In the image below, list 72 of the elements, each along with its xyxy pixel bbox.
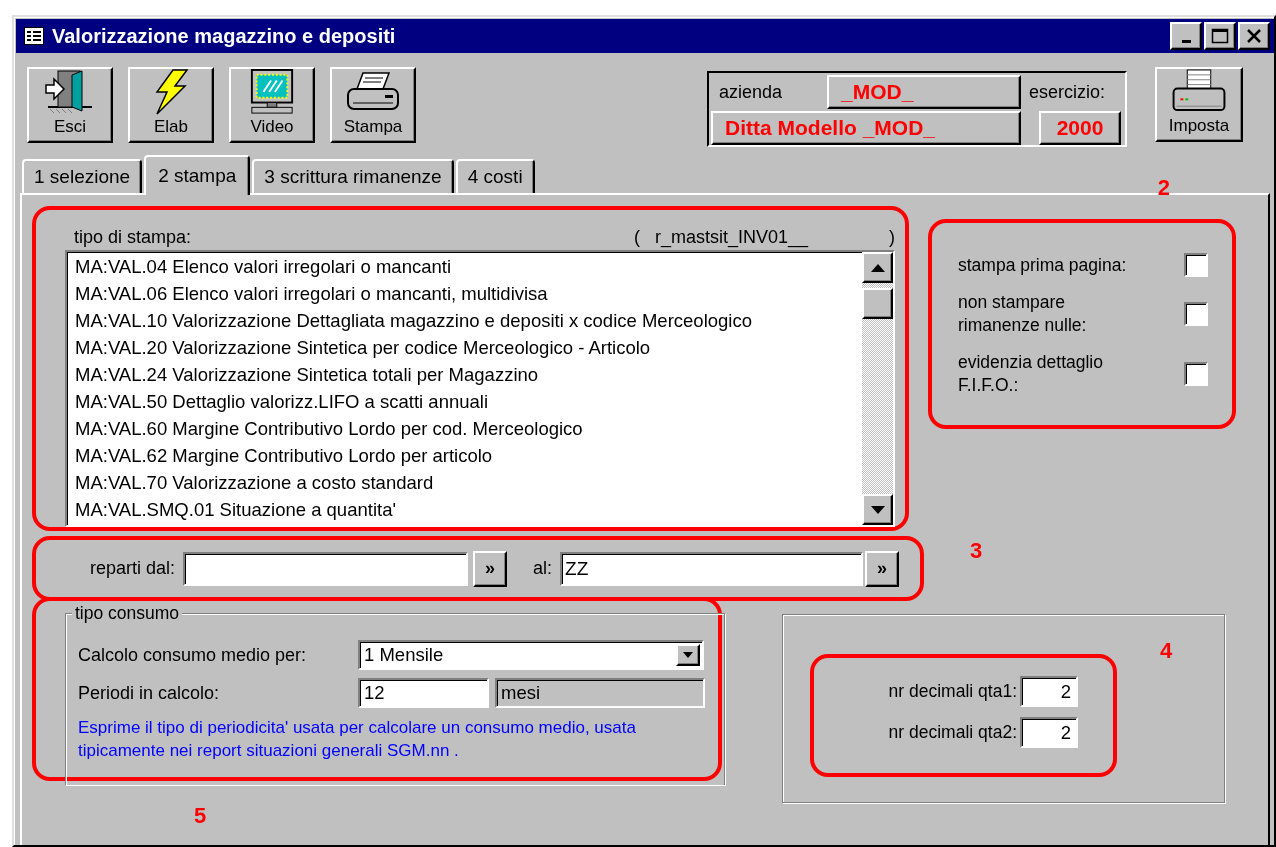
scrollbar[interactable] <box>862 252 893 525</box>
report-list[interactable] <box>65 250 895 527</box>
dropdown-button[interactable] <box>676 644 700 666</box>
minimize-button[interactable] <box>1170 22 1202 50</box>
browse-button[interactable]: » <box>865 550 900 587</box>
checkbox[interactable] <box>1184 362 1208 386</box>
input-field[interactable]: 12 <box>358 678 489 708</box>
toolbar-button[interactable]: Video <box>229 67 315 143</box>
browse-button[interactable]: » <box>473 550 508 587</box>
toolbar-button[interactable]: Stampa <box>330 67 416 143</box>
company-name-field: Ditta Modello _MOD_ <box>711 111 1021 145</box>
help-text: Esprime il tipo di periodicita' usata per calcolare un consumo medio, usata tipicamente nei report situazioni generali SGM.nn . <box>78 717 637 762</box>
list-item[interactable]: MA:VAL.24 Valorizzazione Sintetica totali per Magazzino <box>75 361 862 388</box>
input-field[interactable]: 2 <box>1020 676 1078 707</box>
toolbar-button[interactable]: Elab <box>128 67 214 143</box>
list-item[interactable]: MA:VAL.04 Elenco valori irregolari o mancanti <box>75 253 862 280</box>
list-item[interactable]: MA:VAL.10 Valorizzazione Dettagliata magazzino e depositi x codice Merceologico <box>75 307 862 334</box>
maximize-icon <box>1211 28 1229 44</box>
close-icon <box>1246 29 1262 43</box>
input-field[interactable]: ZZ <box>560 551 864 586</box>
field-label: Calcolo consumo medio per: <box>78 644 308 666</box>
field-label: al: <box>533 558 553 579</box>
field-label: Periodi in calcolo: <box>78 682 221 704</box>
tab[interactable]: 3 scrittura rimanenze <box>252 159 454 193</box>
unit-field: mesi <box>495 678 705 708</box>
group-title: tipo consumo <box>72 603 183 624</box>
list-item[interactable]: MA:VAL.62 Margine Contributivo Lordo per articolo <box>75 442 862 469</box>
field-label: reparti dal: <box>90 558 176 579</box>
dropdown[interactable]: 1 Mensile <box>358 640 704 670</box>
annotation-number: 3 <box>970 540 983 562</box>
window-title: Valorizzazione magazzino e depositi <box>52 24 397 48</box>
list-item[interactable]: MA:VAL.SMQ.01 Situazione a quantita' <box>75 496 862 523</box>
list-item[interactable]: MA:VAL.06 Elenco valori irregolari o mancanti, multidivisa <box>75 280 862 307</box>
checkbox-label: evidenzia dettaglio F.I.F.O.: <box>958 351 1104 397</box>
annotation-number: 5 <box>194 805 207 827</box>
field-label: esercizio: <box>1028 81 1107 103</box>
report-code: ( r_mastsit_INV01__ <box>633 226 808 248</box>
input-field[interactable] <box>183 551 469 586</box>
down-arrow-icon <box>870 505 885 514</box>
scroll-up-button[interactable] <box>862 252 893 283</box>
list-item[interactable]: MA:VAL.50 Dettaglio valorizz.LIFO a scatti annuali <box>75 388 862 415</box>
list-label: tipo di stampa: <box>74 226 192 248</box>
field-label: nr decimali qta1: <box>888 681 1017 702</box>
company-code-field: _MOD_ <box>827 75 1021 109</box>
list-item[interactable]: MA:VAL.60 Margine Contributivo Lordo per cod. Merceologico <box>75 415 862 442</box>
scroll-thumb[interactable] <box>862 288 893 319</box>
list-item[interactable]: MA:VAL.70 Valorizzazione a costo standard <box>75 469 862 496</box>
checkbox-label: non stampare rimanenze nulle: <box>958 291 1088 337</box>
setup-button[interactable]: Imposta <box>1155 67 1243 142</box>
close-button[interactable] <box>1238 22 1270 50</box>
checkbox-label: stampa prima pagina: <box>958 253 1128 277</box>
scroll-down-button[interactable] <box>862 494 893 525</box>
year-field: 2000 <box>1039 111 1121 145</box>
down-arrow-icon <box>683 652 693 658</box>
tab[interactable]: 4 costi <box>455 159 535 193</box>
checkbox[interactable] <box>1184 302 1208 326</box>
minimize-icon <box>1181 39 1191 43</box>
list-item[interactable]: MA:VAL.20 Valorizzazione Sintetica per codice Merceologico - Articolo <box>75 334 862 361</box>
annotation-number: 2 <box>1157 177 1170 199</box>
maximize-button[interactable] <box>1204 22 1236 50</box>
report-code-bracket: ) <box>889 226 895 248</box>
tab[interactable]: 1 selezione <box>22 159 143 193</box>
tab[interactable]: 2 stampa <box>144 155 251 195</box>
field-label: azienda <box>718 81 784 103</box>
annotation-number: 4 <box>1160 640 1173 662</box>
form-icon <box>24 27 44 45</box>
checkbox[interactable] <box>1184 253 1208 277</box>
input-field[interactable]: 2 <box>1020 717 1078 748</box>
field-label: nr decimali qta2: <box>888 722 1017 743</box>
up-arrow-icon <box>870 263 885 272</box>
printer-icon <box>1170 69 1228 114</box>
toolbar-button[interactable]: Esci <box>27 67 113 143</box>
